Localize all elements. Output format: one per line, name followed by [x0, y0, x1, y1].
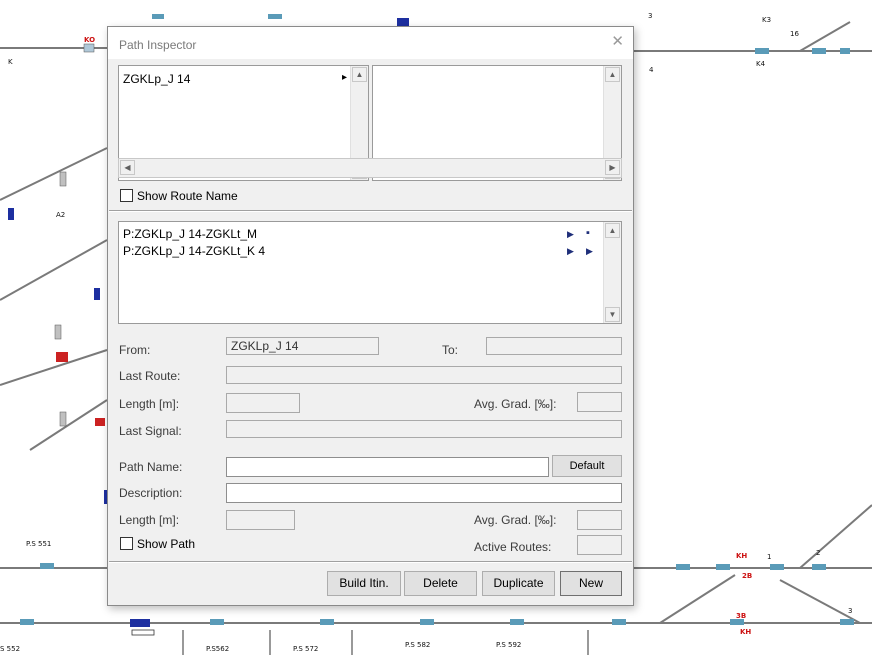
- bg-label-3b-num: 3: [848, 607, 853, 615]
- bg-label-3: 3: [648, 12, 653, 20]
- to-label: To:: [442, 343, 459, 357]
- bg-label-1: 1: [767, 553, 772, 561]
- path-end-icon: ▪: [586, 227, 590, 239]
- close-icon[interactable]: ✕: [611, 34, 624, 50]
- scroll-up-icon[interactable]: ▲: [605, 223, 620, 238]
- length2-field: [226, 510, 295, 530]
- path-inspector-dialog: Path Inspector ✕ ZGKLp_J 14 ▸ ▲ ▼ ▲ ▼ ◀ …: [107, 26, 634, 606]
- bg-label-ps551: P.S 551: [26, 540, 52, 548]
- bg-label-ps562: P.S562: [206, 645, 230, 653]
- show-path-label: Show Path: [137, 537, 196, 551]
- bg-label-2b: 2B: [742, 572, 753, 580]
- length2-label: Length [m]:: [119, 513, 180, 527]
- section-divider: [109, 561, 632, 563]
- last-signal-field: [226, 420, 622, 438]
- show-route-name-checkbox[interactable]: Show Route Name: [120, 189, 238, 203]
- checkbox-box[interactable]: [120, 537, 133, 550]
- checkbox-box[interactable]: [120, 189, 133, 202]
- show-route-name-label: Show Route Name: [137, 189, 238, 203]
- list-item[interactable]: ZGKLp_J 14: [123, 72, 190, 86]
- list-item[interactable]: P:ZGKLp_J 14-ZGKLt_M: [123, 227, 257, 241]
- to-field: [486, 337, 622, 355]
- avg-grad-field: [577, 392, 622, 412]
- dialog-title: Path Inspector: [119, 38, 197, 52]
- from-field: ZGKLp_J 14: [226, 337, 379, 355]
- scroll-left-icon[interactable]: ◀: [120, 160, 135, 175]
- new-button[interactable]: New: [560, 571, 622, 596]
- duplicate-button[interactable]: Duplicate: [482, 571, 555, 596]
- bg-label-ps582: P.S 582: [405, 641, 431, 649]
- avg-grad2-label: Avg. Grad. [‰]:: [474, 513, 557, 527]
- build-itinerary-button[interactable]: Build Itin.: [327, 571, 401, 596]
- path-signal-icon: ▶: [586, 246, 593, 256]
- show-path-checkbox[interactable]: Show Path: [120, 537, 195, 551]
- paths-list[interactable]: P:ZGKLp_J 14-ZGKLt_M ▶ ▪ P:ZGKLp_J 14-ZG…: [118, 221, 622, 324]
- description-input[interactable]: [226, 483, 622, 503]
- active-routes-field: [577, 535, 622, 555]
- path-signal-icon: ▶: [567, 246, 574, 256]
- expand-arrow-icon[interactable]: ▸: [342, 72, 347, 83]
- avg-grad2-field: [577, 510, 622, 530]
- bg-label-2: 2: [816, 549, 821, 557]
- default-button[interactable]: Default: [552, 455, 622, 477]
- from-label: From:: [119, 343, 151, 357]
- bg-label-16: 16: [790, 30, 799, 38]
- active-routes-label: Active Routes:: [474, 540, 552, 554]
- bg-label-ps592: P.S 592: [496, 641, 522, 649]
- scroll-right-icon[interactable]: ▶: [605, 160, 620, 175]
- avg-grad-label: Avg. Grad. [‰]:: [474, 397, 557, 411]
- scroll-up-icon[interactable]: ▲: [605, 67, 620, 82]
- path-name-input[interactable]: [226, 457, 549, 477]
- section-divider: [109, 210, 632, 212]
- scroll-down-icon[interactable]: ▼: [605, 307, 620, 322]
- list-item[interactable]: P:ZGKLp_J 14-ZGKLt_K 4: [123, 244, 265, 258]
- bg-label-kh: KH: [736, 552, 748, 560]
- delete-button[interactable]: Delete: [404, 571, 477, 596]
- bg-label-k: K: [8, 58, 13, 66]
- bg-label-a2: A2: [56, 211, 66, 219]
- horizontal-scrollbar[interactable]: ◀ ▶: [118, 158, 622, 178]
- bg-label-s552: S 552: [0, 645, 21, 653]
- last-signal-label: Last Signal:: [119, 424, 182, 438]
- bg-label-k3: K3: [762, 16, 772, 24]
- title-bar[interactable]: Path Inspector ✕: [108, 27, 633, 59]
- length-label: Length [m]:: [119, 397, 180, 411]
- scroll-up-icon[interactable]: ▲: [352, 67, 367, 82]
- path-signal-icon: ▶: [567, 229, 574, 239]
- bg-label-k4: K4: [756, 60, 766, 68]
- bg-label-4: 4: [649, 66, 654, 74]
- vertical-scrollbar[interactable]: ▲ ▼: [603, 222, 621, 323]
- bg-label-kh2: KH: [740, 628, 752, 636]
- bg-label-ps572: P.S 572: [293, 645, 319, 653]
- bg-label-ko: KO: [84, 36, 96, 44]
- length-field: [226, 393, 300, 413]
- path-name-label: Path Name:: [119, 460, 183, 474]
- last-route-field: [226, 366, 622, 384]
- last-route-label: Last Route:: [119, 369, 181, 383]
- description-label: Description:: [119, 486, 183, 500]
- bg-label-3b: 3B: [736, 612, 747, 620]
